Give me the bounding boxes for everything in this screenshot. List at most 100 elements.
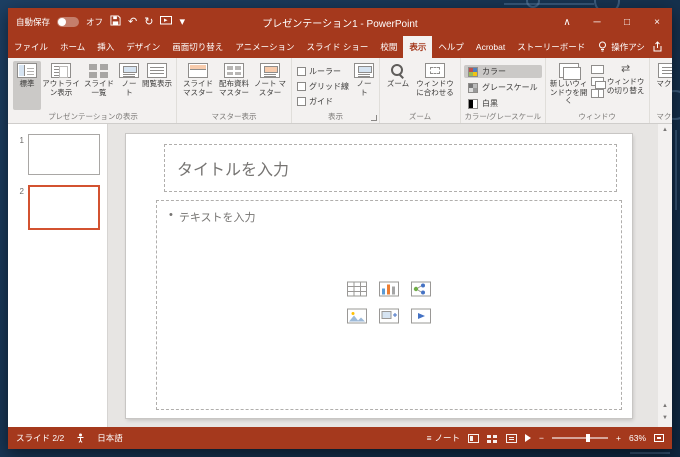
slide-thumbnail-panel: 1 2 — [8, 124, 108, 427]
outline-view-label: アウトライン表示 — [42, 80, 80, 97]
grayscale-icon — [468, 83, 478, 93]
previous-slide-button[interactable]: ▲ — [662, 403, 668, 409]
move-split-icon[interactable] — [591, 89, 604, 98]
cascade-windows-icon[interactable] — [591, 77, 604, 86]
macros-button[interactable]: マクロ — [653, 61, 672, 110]
undo-button[interactable]: ↶ — [128, 17, 137, 28]
zoom-level[interactable]: 63% — [629, 433, 646, 443]
group-macro: マクロ マクロ — [650, 58, 672, 123]
grayscale-button[interactable]: グレースケール — [464, 81, 542, 94]
ruler-checkbox[interactable] — [297, 67, 306, 76]
normal-view-status-button[interactable] — [468, 434, 479, 443]
tab-help[interactable]: ヘルプ — [432, 36, 470, 58]
gridlines-checkbox[interactable] — [297, 82, 306, 91]
scroll-up-icon[interactable]: ▲ — [662, 127, 668, 133]
insert-pictures-icon[interactable] — [347, 309, 367, 329]
slide-master-button[interactable]: スライド マスター — [180, 61, 216, 110]
guides-checkbox-row[interactable]: ガイド — [297, 96, 349, 107]
tab-view[interactable]: 表示 — [403, 36, 432, 58]
tab-design[interactable]: デザイン — [120, 36, 166, 58]
maximize-button[interactable]: □ — [612, 8, 642, 36]
tell-me-search[interactable]: 操作アシ — [591, 36, 652, 58]
insert-smartart-icon[interactable] — [411, 282, 431, 302]
notes-page-button[interactable]: ノート — [117, 61, 141, 110]
workspace: 1 2 タイトルを入力 • テキストを入力 — [8, 124, 672, 427]
handout-master-button[interactable]: 配布資料 マスター — [216, 61, 252, 110]
slide-thumbnail-2[interactable]: 2 — [8, 185, 107, 230]
slide-sorter-status-button[interactable] — [487, 434, 498, 443]
gridlines-checkbox-row[interactable]: グリッド線 — [297, 81, 349, 92]
vertical-scrollbar[interactable]: ▲ ▲ ▼ — [658, 124, 672, 427]
quick-access-toolbar: 自動保存 オフ ↶ ↻ ▾ — [16, 13, 185, 31]
color-label: カラー — [482, 66, 506, 77]
tab-review[interactable]: 校閲 — [374, 36, 403, 58]
zoom-in-button[interactable]: + — [616, 433, 621, 443]
tab-home[interactable]: ホーム — [54, 36, 91, 58]
slide-number: 1 — [16, 134, 24, 145]
insert-chart-icon[interactable] — [379, 282, 399, 302]
slide-canvas[interactable]: タイトルを入力 • テキストを入力 — [126, 134, 632, 418]
insert-video-icon[interactable] — [411, 309, 431, 329]
start-from-beginning-button[interactable] — [160, 13, 172, 31]
arrange-all-icon[interactable] — [591, 65, 604, 74]
outline-view-icon — [51, 63, 71, 78]
insert-stock-images-icon[interactable] — [379, 309, 399, 329]
fit-to-window-button[interactable]: ウィンドウに合わせる — [413, 61, 457, 110]
color-button[interactable]: カラー — [464, 65, 542, 78]
zoom-button[interactable]: ズーム — [383, 61, 413, 110]
customize-qat-dropdown-icon[interactable]: ▾ — [179, 17, 185, 28]
group-label-show: 表示 — [292, 111, 379, 122]
zoom-slider-thumb[interactable] — [586, 434, 590, 442]
notes-master-button[interactable]: ノート マスター — [252, 61, 288, 110]
reading-view-label: 閲覧表示 — [142, 80, 172, 89]
desktop-background: 自動保存 オフ ↶ ↻ ▾ プレゼンテーション1 - PowerPoint ∧ … — [0, 0, 680, 457]
next-slide-button[interactable]: ▼ — [662, 415, 668, 421]
guides-checkbox[interactable] — [297, 97, 306, 106]
title-bar: 自動保存 オフ ↶ ↻ ▾ プレゼンテーション1 - PowerPoint ∧ … — [8, 8, 672, 36]
slide-indicator: スライド 2/2 — [16, 432, 64, 444]
save-button[interactable] — [110, 13, 121, 31]
notes-button[interactable]: ノート — [352, 61, 376, 110]
reading-view-status-button[interactable] — [506, 434, 517, 443]
autosave-state: オフ — [86, 16, 103, 28]
slideshow-status-button[interactable] — [525, 434, 531, 442]
tab-acrobat[interactable]: Acrobat — [470, 36, 511, 58]
tab-slideshow[interactable]: スライド ショー — [300, 36, 374, 58]
switch-windows-button[interactable]: ⇄ ウィンドウの切り替え — [606, 61, 646, 110]
content-placeholder[interactable]: • テキストを入力 — [156, 200, 622, 410]
color-icon — [468, 67, 478, 77]
slide-thumbnail-image[interactable] — [28, 134, 100, 175]
tab-animations[interactable]: アニメーション — [229, 36, 300, 58]
ruler-checkbox-row[interactable]: ルーラー — [297, 66, 349, 77]
tab-storyboard[interactable]: ストーリーボード — [511, 36, 591, 58]
slide-sorter-button[interactable]: スライド一覧 — [81, 61, 117, 110]
close-button[interactable]: × — [642, 8, 672, 36]
share-icon[interactable] — [652, 41, 663, 54]
tab-file[interactable]: ファイル — [8, 36, 54, 58]
slide-thumbnail-image[interactable] — [28, 185, 100, 230]
outline-view-button[interactable]: アウトライン表示 — [41, 61, 81, 110]
new-window-button[interactable]: 新しいウィンドウを開く — [549, 61, 589, 110]
zoom-out-button[interactable]: − — [539, 433, 544, 443]
redo-button[interactable]: ↻ — [144, 17, 153, 28]
ribbon-display-options-button[interactable]: ∧ — [552, 8, 582, 36]
normal-view-button[interactable]: 標準 — [13, 61, 41, 110]
accessibility-icon[interactable] — [76, 433, 85, 443]
group-master-views: スライド マスター 配布資料 マスター ノート マスター マスター表示 — [177, 58, 292, 123]
tab-transitions[interactable]: 画面切り替え — [166, 36, 229, 58]
fit-slide-to-window-button[interactable] — [654, 434, 664, 442]
tab-insert[interactable]: 挿入 — [91, 36, 120, 58]
autosave-toggle[interactable] — [57, 17, 79, 27]
slide-master-icon — [188, 63, 208, 78]
reading-view-button[interactable]: 閲覧表示 — [141, 61, 173, 110]
zoom-slider[interactable] — [552, 437, 608, 439]
notes-toggle[interactable]: ≡ ノート — [427, 432, 460, 444]
insert-table-icon[interactable] — [347, 282, 367, 302]
minimize-button[interactable]: ─ — [582, 8, 612, 36]
title-placeholder[interactable]: タイトルを入力 — [164, 144, 617, 192]
slide-thumbnail-1[interactable]: 1 — [8, 134, 107, 175]
tabrow-right-icons — [652, 36, 672, 58]
language-indicator[interactable]: 日本語 — [97, 432, 123, 444]
black-white-button[interactable]: 白黒 — [464, 97, 542, 110]
notes-status-icon: ≡ — [427, 433, 432, 443]
